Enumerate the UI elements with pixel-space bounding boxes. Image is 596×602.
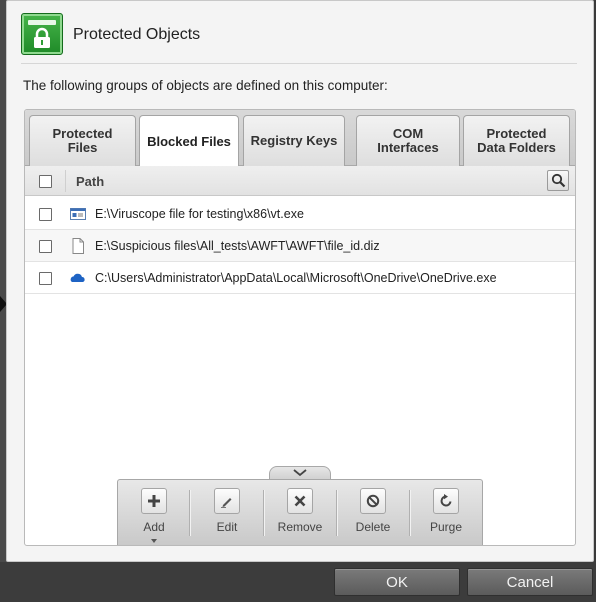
tab-protected-files[interactable]: Protected Files [29, 115, 136, 166]
edit-label: Edit [216, 520, 238, 534]
close-icon [294, 495, 306, 507]
row-path: E:\Viruscope file for testing\x86\vt.exe [95, 207, 304, 221]
table-row[interactable]: E:\Suspicious files\All_tests\AWFT\AWFT\… [25, 230, 575, 262]
delete-label: Delete [355, 520, 391, 534]
edit-button[interactable]: Edit [191, 480, 263, 545]
add-dropdown-caret-icon[interactable] [151, 539, 157, 543]
remove-label: Remove [277, 520, 323, 534]
row-checkbox[interactable] [39, 208, 52, 221]
cancel-button[interactable]: Cancel [467, 568, 593, 596]
remove-button[interactable]: Remove [264, 480, 336, 545]
table-row[interactable]: E:\Viruscope file for testing\x86\vt.exe [25, 198, 575, 230]
add-label: Add [143, 520, 165, 534]
exe-window-icon [70, 208, 86, 220]
path-column-header[interactable]: Path [76, 174, 104, 189]
ok-button[interactable]: OK [334, 568, 460, 596]
dialog-title: Protected Objects [73, 26, 201, 43]
plus-icon [148, 495, 160, 507]
add-button[interactable]: Add [118, 480, 190, 545]
row-path: E:\Suspicious files\All_tests\AWFT\AWFT\… [95, 239, 380, 253]
search-icon [551, 173, 566, 188]
purge-button[interactable]: Purge [410, 480, 482, 545]
toolbar-collapse-toggle[interactable] [269, 466, 331, 480]
lock-icon [21, 13, 63, 55]
select-all-checkbox[interactable] [39, 175, 52, 188]
blank-file-icon [72, 238, 84, 254]
objects-panel: Protected Files Blocked Files Registry K… [24, 109, 576, 546]
tab-com-interfaces[interactable]: COM Interfaces [356, 115, 460, 166]
dialog-header: Protected Objects [7, 1, 593, 63]
protected-objects-dialog: Protected Objects The following groups o… [6, 0, 594, 562]
row-checkbox[interactable] [39, 240, 52, 253]
table-row[interactable]: C:\Users\Administrator\AppData\Local\Mic… [25, 262, 575, 294]
table-header: Path [25, 166, 575, 196]
chevron-down-icon [293, 469, 307, 477]
search-button[interactable] [547, 170, 569, 191]
tab-protected-data-folders[interactable]: Protected Data Folders [463, 115, 570, 166]
delete-button[interactable]: Delete [337, 480, 409, 545]
refresh-icon [440, 494, 452, 507]
row-path: C:\Users\Administrator\AppData\Local\Mic… [95, 271, 497, 285]
pencil-icon [221, 498, 232, 508]
tab-registry-keys[interactable]: Registry Keys [243, 115, 345, 166]
column-separator [65, 170, 66, 192]
row-checkbox[interactable] [39, 272, 52, 285]
toolbar-separator [189, 490, 190, 536]
header-divider [21, 63, 577, 64]
purge-label: Purge [429, 520, 463, 534]
dialog-description: The following groups of objects are defi… [23, 78, 388, 93]
tab-blocked-files[interactable]: Blocked Files [139, 115, 239, 167]
no-entry-icon [366, 494, 380, 508]
tab-strip: Protected Files Blocked Files Registry K… [25, 110, 575, 167]
onedrive-cloud-icon [70, 273, 85, 282]
action-toolbar: Add Edit Remove Delete Purge [117, 479, 483, 545]
